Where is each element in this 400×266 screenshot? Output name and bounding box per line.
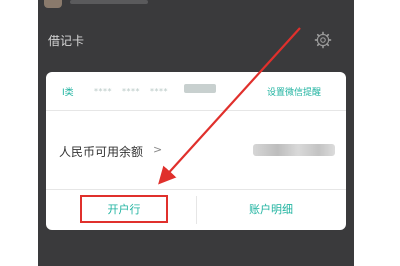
annotation-arrow [158,27,301,185]
